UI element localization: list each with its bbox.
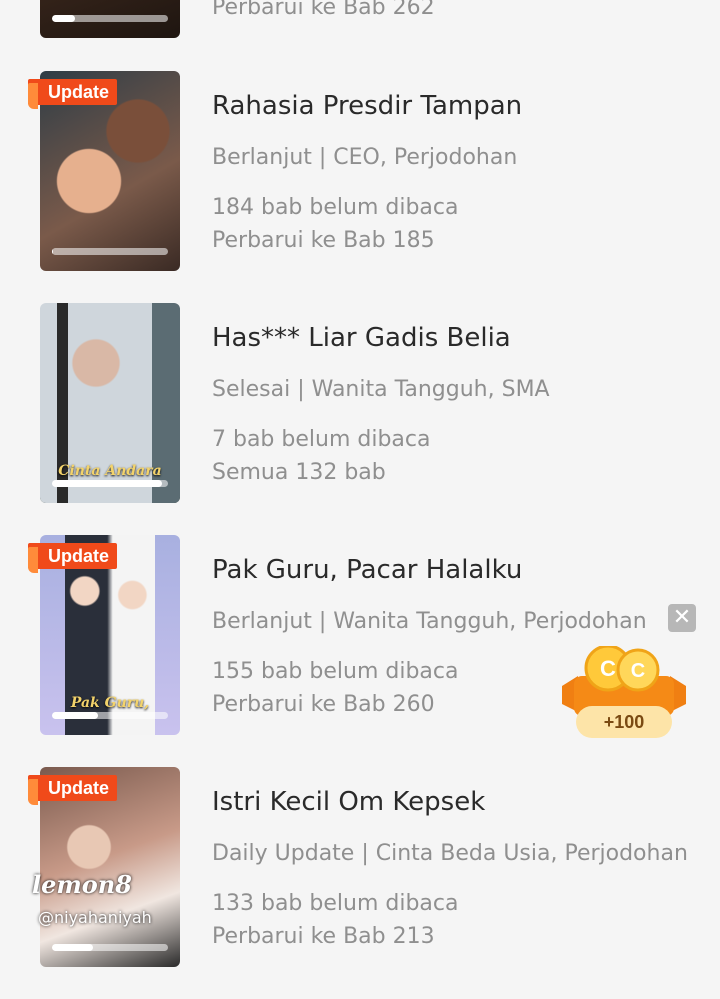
book-item-2[interactable]: Cinta Andara Has*** Liar Gadis Belia Sel… [0, 303, 720, 535]
watermark-brand: lemon8 [32, 870, 132, 899]
update-status: Perbarui ke Bab 185 [212, 228, 435, 253]
book-title[interactable]: Rahasia Presdir Tampan [212, 91, 522, 121]
book-title[interactable]: Istri Kecil Om Kepsek [212, 787, 485, 817]
book-title[interactable]: Pak Guru, Pacar Halalku [212, 555, 522, 585]
update-status: Perbarui ke Bab 260 [212, 692, 435, 717]
update-status: Semua 132 bab [212, 460, 386, 485]
reading-progress-bar [52, 480, 168, 487]
book-item-1[interactable]: Update Rahasia Presdir Tampan Berlanjut … [0, 71, 720, 303]
book-title[interactable]: Has*** Liar Gadis Belia [212, 323, 511, 353]
watermark-handle: @niyahaniyah [38, 908, 152, 927]
reward-amount: +100 [576, 706, 672, 738]
book-meta: Selesai | Wanita Tangguh, SMA [212, 377, 550, 402]
unread-count: 133 bab belum dibaca [212, 891, 459, 916]
book-cover[interactable]: Cinta Andara [40, 303, 180, 503]
update-badge: Update [28, 543, 118, 573]
cover-title-art: Pak Guru, [70, 695, 150, 711]
reading-progress-bar [52, 944, 168, 951]
book-cover[interactable] [40, 0, 180, 38]
update-badge: Update [28, 79, 118, 109]
book-meta: Daily Update | Cinta Beda Usia, Perjodoh… [212, 841, 688, 866]
close-icon[interactable]: ✕ [668, 604, 696, 632]
svg-text:C: C [600, 656, 616, 681]
unread-count: 155 bab belum dibaca [212, 659, 459, 684]
unread-count: 7 bab belum dibaca [212, 427, 431, 452]
unread-count: 184 bab belum dibaca [212, 195, 459, 220]
book-meta: Berlanjut | Wanita Tangguh, Perjodohan [212, 609, 647, 634]
book-meta: Berlanjut | CEO, Perjodohan [212, 145, 518, 170]
cover-title-art: Cinta Andara [58, 463, 162, 479]
svg-text:C: C [631, 660, 645, 682]
book-item-0[interactable]: Perbarui ke Bab 262 [0, 0, 720, 70]
update-status: Perbarui ke Bab 213 [212, 924, 435, 949]
reading-progress-bar [52, 15, 168, 22]
reward-widget[interactable]: C C +100 [558, 632, 690, 742]
update-badge: Update [28, 775, 118, 805]
reading-progress-bar [52, 712, 168, 719]
update-status: Perbarui ke Bab 262 [212, 0, 435, 20]
reading-progress-bar [52, 248, 168, 255]
